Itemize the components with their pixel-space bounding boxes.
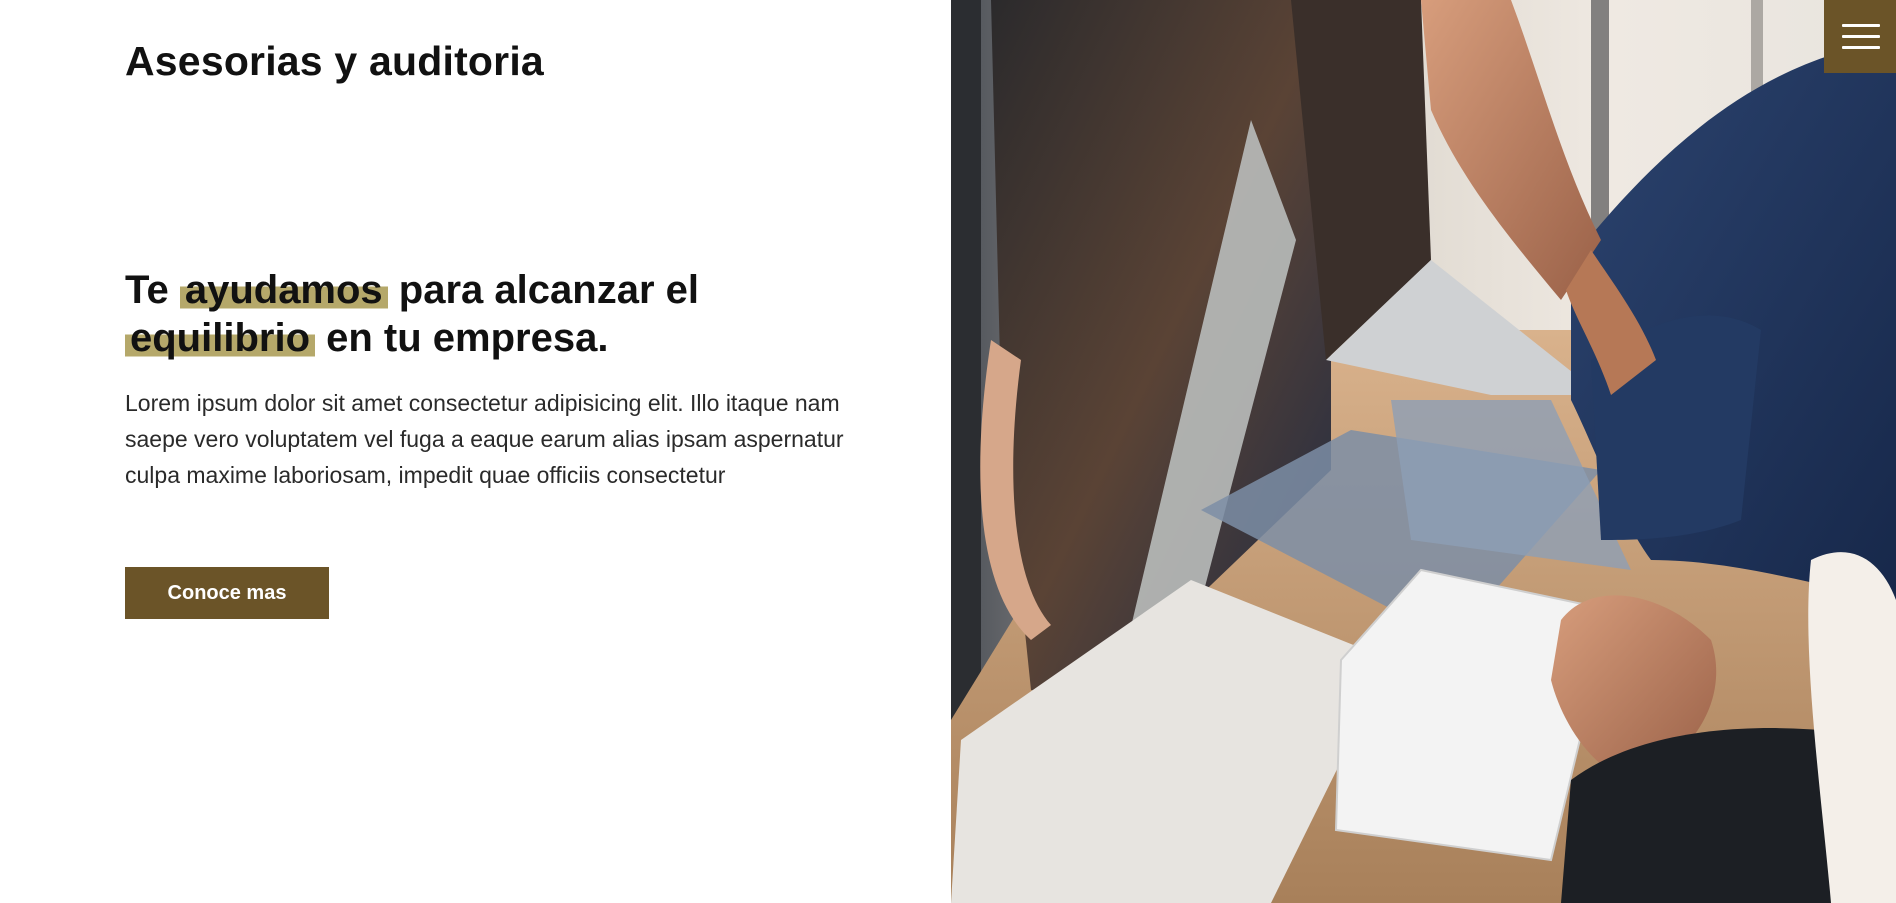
hero-heading-text: Te bbox=[125, 268, 180, 312]
conoce-mas-button[interactable]: Conoce mas bbox=[125, 567, 329, 619]
hamburger-menu-button[interactable] bbox=[1824, 0, 1896, 73]
hero-heading-highlight: equilibrio bbox=[125, 316, 315, 360]
hero-heading-text: para alcanzar el bbox=[387, 268, 699, 312]
hero-heading-highlight: ayudamos bbox=[179, 268, 388, 312]
hero-heading-text: en tu empresa. bbox=[315, 316, 609, 360]
hero-content-panel: Asesorias y auditoria Te ayudamos para a… bbox=[0, 0, 951, 903]
menu-line bbox=[1842, 24, 1880, 27]
menu-line bbox=[1842, 35, 1880, 38]
hero-heading: Te ayudamos para alcanzar el equilibrio … bbox=[125, 266, 845, 362]
menu-line bbox=[1842, 46, 1880, 49]
page: Asesorias y auditoria Te ayudamos para a… bbox=[0, 0, 1896, 903]
hero-image bbox=[951, 0, 1896, 903]
hero-description: Lorem ipsum dolor sit amet consectetur a… bbox=[125, 390, 844, 488]
office-photo-illustration bbox=[951, 0, 1896, 903]
site-title[interactable]: Asesorias y auditoria bbox=[125, 38, 544, 85]
